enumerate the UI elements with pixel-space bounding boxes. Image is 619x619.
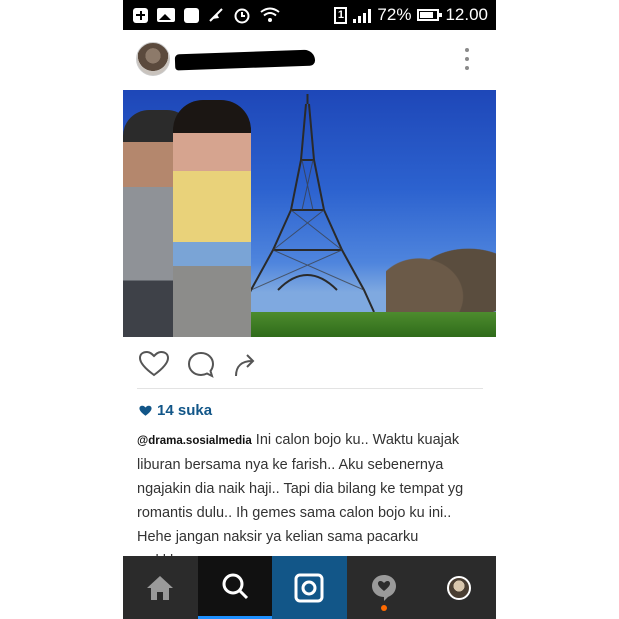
battery-percent: 72% (377, 5, 412, 24)
person-right (173, 100, 251, 337)
heart-icon[interactable] (139, 351, 169, 377)
bottom-nav (123, 556, 496, 619)
notification-dot (381, 605, 388, 611)
search-icon (222, 573, 248, 600)
caption-text: Ini calon bojo ku.. Waktu kuajak liburan… (137, 432, 464, 569)
nav-home[interactable] (123, 556, 198, 619)
divider (137, 388, 483, 389)
activity-icon (372, 574, 397, 601)
likes-label: 14 suka (157, 402, 213, 419)
likes-count[interactable]: 14 suka (139, 402, 212, 419)
plus-box-icon (133, 7, 148, 23)
mute-icon (209, 8, 223, 22)
alarm-icon (234, 8, 250, 24)
bbm-icon (184, 7, 199, 23)
post-photo[interactable] (123, 90, 496, 337)
username-redacted[interactable] (174, 49, 316, 71)
image-icon (157, 8, 175, 22)
nav-activity[interactable] (347, 556, 422, 619)
nav-profile[interactable] (421, 556, 496, 619)
post-caption: @drama.sosialmedia Ini calon bojo ku.. W… (137, 428, 482, 573)
clock: 12.00 (445, 5, 488, 24)
battery-icon (417, 9, 443, 21)
nav-camera[interactable] (272, 556, 347, 619)
caption-author[interactable]: @drama.sosialmedia (137, 435, 252, 447)
share-icon[interactable] (233, 351, 261, 379)
home-icon (147, 575, 174, 600)
status-bar: 1 72% 12.00 (123, 0, 496, 30)
instagram-phone-screen: 1 72% 12.00 14 suka @drama.sosialmedia I… (123, 0, 496, 619)
profile-avatar (446, 575, 471, 600)
small-heart-icon (139, 405, 152, 416)
post-actions (123, 337, 496, 389)
more-options-icon[interactable] (464, 48, 470, 70)
post-author-avatar[interactable] (136, 42, 170, 76)
camera-icon (294, 573, 324, 602)
post-header (123, 30, 496, 90)
signal-icon (353, 7, 372, 23)
nav-search[interactable] (197, 556, 273, 619)
wifi-icon (260, 7, 280, 22)
sim-icon: 1 (334, 6, 348, 24)
comment-icon[interactable] (187, 351, 215, 379)
